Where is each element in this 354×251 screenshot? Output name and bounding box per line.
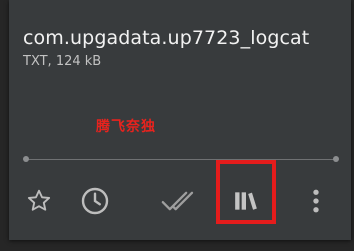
- star-icon: [25, 187, 53, 215]
- action-bar: [9, 160, 351, 230]
- favorite-button[interactable]: [16, 172, 62, 230]
- file-name: com.upgadata.up7723_logcat: [23, 27, 310, 49]
- recent-button[interactable]: [72, 172, 118, 230]
- red-highlight-box: [216, 160, 276, 224]
- progress-end-dot: [333, 156, 339, 162]
- more-options-button[interactable]: [293, 172, 339, 230]
- progress-start-dot: [23, 156, 29, 162]
- reading-progress-bar[interactable]: [23, 156, 339, 162]
- file-card[interactable]: com.upgadata.up7723_logcat TXT, 124 kB 腾…: [9, 0, 351, 240]
- more-vertical-icon: [311, 187, 321, 215]
- watermark-text: 腾飞奈独: [96, 119, 156, 135]
- file-meta: TXT, 124 kB: [23, 54, 102, 69]
- mark-read-button[interactable]: [155, 172, 201, 230]
- clock-icon: [79, 185, 111, 217]
- double-check-icon: [160, 187, 196, 215]
